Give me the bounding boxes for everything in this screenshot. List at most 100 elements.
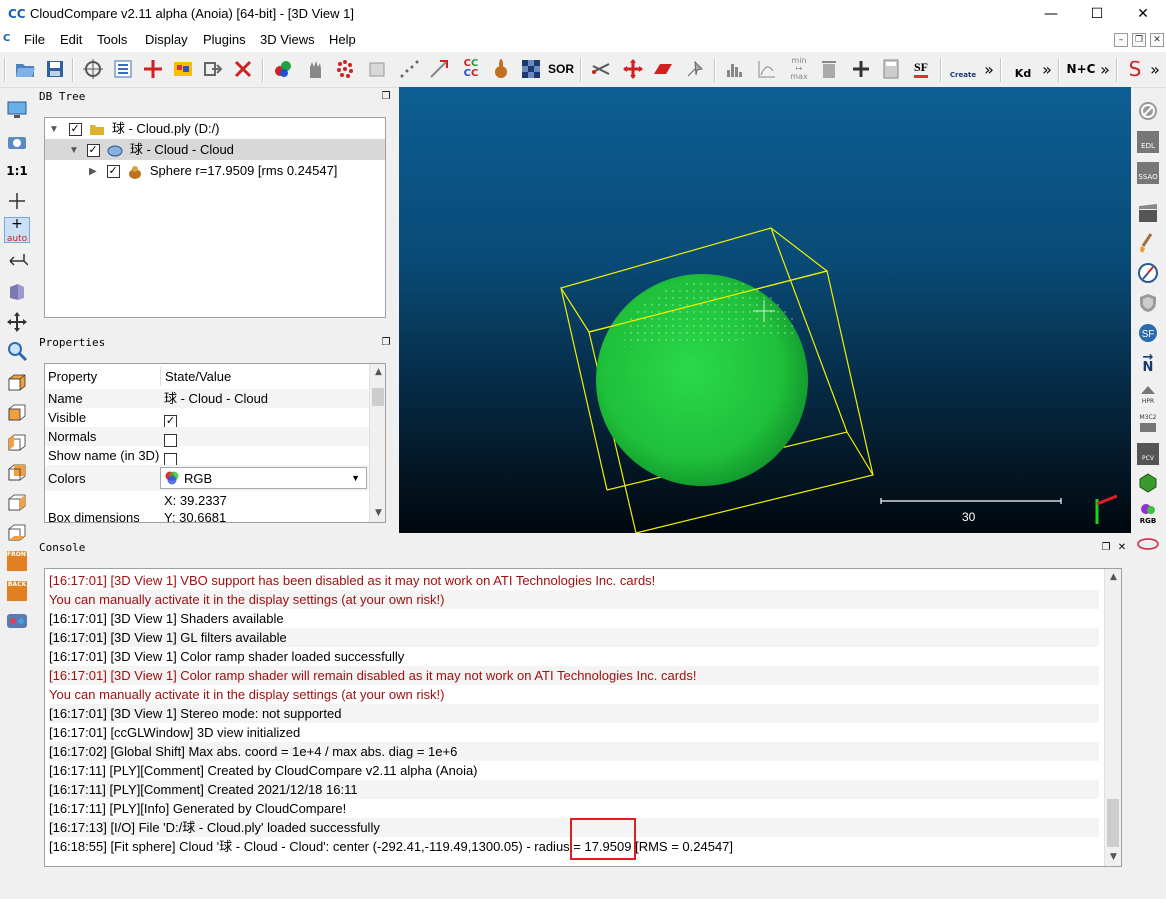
shield-icon[interactable] [1135, 290, 1161, 316]
normals-arrow-icon[interactable]: → N [1135, 350, 1161, 376]
more-tools-icon[interactable]: » [1098, 56, 1112, 82]
hpr-icon[interactable]: HPR [1135, 381, 1161, 407]
sphere-pick-icon[interactable] [80, 56, 106, 82]
n-plus-c-icon[interactable]: N+C [1066, 56, 1096, 82]
scroll-down-icon[interactable]: ▼ [1105, 849, 1121, 866]
pcv-icon[interactable]: PCV [1135, 441, 1161, 467]
menu-help[interactable]: Help [329, 32, 356, 47]
mdi-restore-button[interactable]: ❐ [1132, 33, 1146, 47]
poisson-icon[interactable] [1135, 470, 1161, 496]
scroll-thumb[interactable] [1107, 799, 1119, 847]
auto-pivot-button[interactable]: + auto [4, 217, 30, 243]
rgb-merge-icon[interactable]: RGB [1135, 501, 1161, 527]
compass-icon[interactable] [1135, 260, 1161, 286]
scroll-thumb[interactable] [372, 388, 384, 406]
ellipse-icon[interactable] [1135, 531, 1161, 557]
close-button[interactable]: ✕ [1120, 0, 1166, 28]
color-picker-icon[interactable] [170, 56, 196, 82]
sor-filter-icon[interactable]: SOR [548, 56, 574, 82]
rabbit-icon[interactable] [488, 56, 514, 82]
tree-item-sphere[interactable]: ▶ ✓ Sphere r=17.9509 [rms 0.24547] [89, 160, 385, 181]
db-tree-float-button[interactable]: ❐ [380, 91, 392, 103]
menu-plugins[interactable]: Plugins [203, 32, 246, 47]
list-icon[interactable] [110, 56, 136, 82]
tree-item-cloud[interactable]: ▼ ✓ 球 - Cloud - Cloud [45, 139, 385, 160]
add-sf-icon[interactable] [848, 56, 874, 82]
ccc-icon[interactable]: CC CC [458, 56, 484, 82]
more-tools-icon[interactable]: » [1040, 56, 1054, 82]
canupo-icon[interactable]: Create [950, 56, 976, 82]
scroll-down-icon[interactable]: ▼ [370, 505, 385, 522]
properties-scrollbar[interactable]: ▲ ▼ [369, 364, 385, 522]
scissors-icon[interactable] [588, 56, 614, 82]
open-folder-icon[interactable] [12, 56, 38, 82]
mdi-close-button[interactable]: ✕ [1150, 33, 1164, 47]
more-tools-icon[interactable]: » [982, 56, 996, 82]
menu-display[interactable]: Display [145, 32, 188, 47]
plane-icon[interactable] [650, 56, 676, 82]
3d-scene[interactable] [399, 87, 1131, 533]
stats-fit-icon[interactable] [754, 56, 780, 82]
delete-icon[interactable] [230, 56, 256, 82]
tree-item-file[interactable]: ▼ ✓ 球 - Cloud.ply (D:/) [49, 118, 385, 139]
stereo-icon[interactable] [4, 608, 30, 634]
properties-float-button[interactable]: ❐ [380, 337, 392, 349]
min-max-icon[interactable]: min ↦ max [786, 56, 812, 82]
normals-icon[interactable] [426, 56, 452, 82]
translate-rotate-icon[interactable] [620, 56, 646, 82]
registration-icon[interactable] [270, 56, 296, 82]
calculator-icon[interactable] [878, 56, 904, 82]
sf-icon[interactable]: SF [908, 56, 934, 82]
display-icon[interactable] [4, 97, 30, 123]
m3c2-icon[interactable]: M3C2 [1135, 411, 1161, 437]
expand-arrow-icon[interactable]: ▼ [49, 119, 61, 140]
pin-icon[interactable] [682, 56, 708, 82]
camera-icon[interactable] [4, 128, 30, 154]
view-bottom-icon[interactable] [4, 519, 30, 545]
menu-tools[interactable]: Tools [97, 32, 127, 47]
expand-arrow-icon[interactable]: ▼ [69, 140, 81, 161]
view-right-icon[interactable] [4, 489, 30, 515]
pan-icon[interactable] [4, 309, 30, 335]
tree-checkbox[interactable]: ✓ [68, 123, 82, 137]
view-front-icon[interactable] [4, 399, 30, 425]
tree-checkbox[interactable]: ✓ [106, 165, 120, 179]
s-curve-icon[interactable]: S [1122, 56, 1148, 82]
console-float-button[interactable]: ❐ [1100, 542, 1112, 554]
kd-tree-icon[interactable]: Kd [1010, 56, 1036, 82]
clapper-icon[interactable] [1135, 200, 1161, 226]
subsample-icon[interactable] [396, 56, 422, 82]
collapse-arrow-icon[interactable]: ▶ [89, 161, 101, 182]
view-back-icon[interactable] [4, 459, 30, 485]
sample-points-icon[interactable] [332, 56, 358, 82]
view-left-icon[interactable] [4, 429, 30, 455]
3d-view[interactable]: 30 [399, 87, 1131, 533]
save-icon[interactable] [42, 56, 68, 82]
perspective-icon[interactable] [4, 279, 30, 305]
view-top-icon[interactable] [4, 369, 30, 395]
minimize-button[interactable]: — [1028, 0, 1074, 28]
view-iso-back-icon[interactable]: BACK [4, 578, 30, 604]
tree-checkbox[interactable]: ✓ [86, 144, 100, 158]
add-point-icon[interactable] [140, 56, 166, 82]
more-tools-icon[interactable]: » [1148, 56, 1162, 82]
hand-icon[interactable] [302, 56, 328, 82]
pivot-icon[interactable] [4, 188, 30, 214]
console-scrollbar[interactable]: ▲ ▼ [1104, 569, 1121, 866]
edl-icon[interactable]: EDL [1135, 129, 1161, 155]
one-to-one-button[interactable]: 1:1 [4, 158, 30, 184]
ssao-icon[interactable]: SSAO [1135, 160, 1161, 186]
export-icon[interactable] [200, 56, 226, 82]
menu-file[interactable]: File [24, 32, 45, 47]
mdi-minimize-button[interactable]: – [1114, 33, 1128, 47]
colors-dropdown[interactable]: RGB ▼ [160, 467, 367, 489]
console-close-button[interactable]: ✕ [1116, 542, 1128, 554]
rotate-view-icon[interactable] [4, 248, 30, 274]
trash-icon[interactable] [816, 56, 842, 82]
scroll-up-icon[interactable]: ▲ [370, 364, 385, 381]
color-sf-icon[interactable]: SF [1135, 320, 1161, 346]
view-iso-front-icon[interactable]: FRONT [4, 548, 30, 574]
menu-edit[interactable]: Edit [60, 32, 82, 47]
checker-icon[interactable] [518, 56, 544, 82]
maximize-button[interactable]: ☐ [1074, 0, 1120, 28]
